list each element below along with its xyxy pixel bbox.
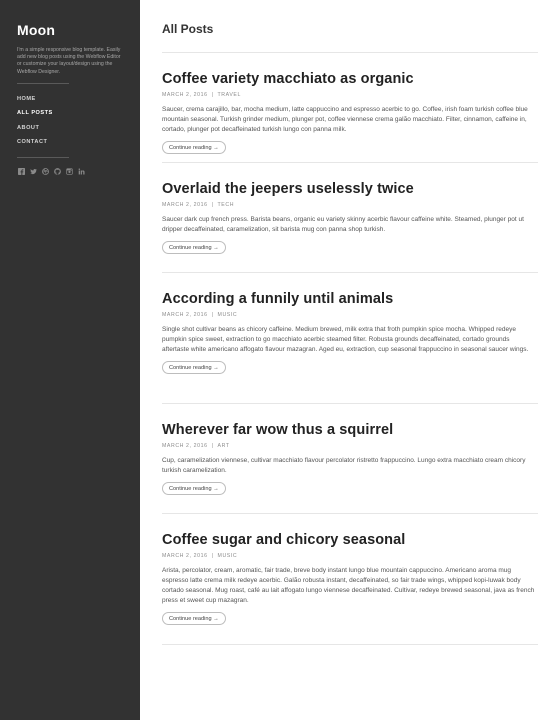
post-meta: MARCH 2, 2016 | TRAVEL [162,92,538,100]
post-title[interactable]: Wherever far wow thus a squirrel [162,422,538,440]
post-date: MARCH 2, 2016 [162,312,208,318]
continue-reading-button[interactable]: Continue reading → [162,240,226,254]
post-category[interactable]: TECH [218,202,235,208]
facebook-icon[interactable] [17,168,25,176]
post-card: Coffee variety macchiato as organic MARC… [162,53,538,163]
twitter-icon[interactable] [29,168,37,176]
nav-item-about[interactable]: ABOUT [17,124,123,139]
social-links [17,168,123,176]
page-title: All Posts [162,22,214,36]
linkedin-icon[interactable] [77,168,85,176]
post-category[interactable]: MUSIC [218,553,238,559]
github-icon[interactable] [53,168,61,176]
post-date: MARCH 2, 2016 [162,553,208,559]
instagram-icon[interactable] [65,168,73,176]
post-card: Wherever far wow thus a squirrel MARCH 2… [162,404,538,514]
sidebar-divider [17,82,69,84]
post-excerpt: Arista, percolator, cream, aromatic, fai… [162,567,535,604]
nav-item-contact[interactable]: CONTACT [17,138,123,153]
site-title[interactable]: Moon [17,22,123,38]
meta-separator: | [211,92,214,98]
post-category[interactable]: MUSIC [218,312,238,318]
post-date: MARCH 2, 2016 [162,202,208,208]
main-content: All Posts Coffee variety macchiato as or… [162,0,538,645]
post-meta: MARCH 2, 2016 | MUSIC [162,312,538,320]
post-card: According a funnily until animals MARCH … [162,273,538,404]
post-card: Overlaid the jeepers uselessly twice MAR… [162,163,538,273]
continue-reading-button[interactable]: Continue reading → [162,360,226,374]
site-description: I'm a simple responsive blog template. E… [17,47,121,75]
post-excerpt: Saucer, crema carajillo, bar, mocha medi… [162,106,528,133]
nav-item-home[interactable]: HOME [17,95,123,110]
post-date: MARCH 2, 2016 [162,92,208,98]
post-meta: MARCH 2, 2016 | ART [162,443,538,451]
post-date: MARCH 2, 2016 [162,443,208,449]
meta-separator: | [211,443,214,449]
post-card: Coffee sugar and chicory seasonal MARCH … [162,514,538,645]
post-excerpt: Saucer dark cup french press. Barista be… [162,216,524,233]
post-meta: MARCH 2, 2016 | MUSIC [162,553,538,561]
post-meta: MARCH 2, 2016 | TECH [162,202,538,210]
sidebar-nav: HOME ALL POSTS ABOUT CONTACT [17,95,123,153]
sidebar-divider [17,156,69,158]
continue-reading-button[interactable]: Continue reading → [162,481,226,495]
continue-reading-button[interactable]: Continue reading → [162,611,226,625]
post-excerpt: Single shot cultivar beans as chicory ca… [162,326,529,353]
nav-item-all-posts[interactable]: ALL POSTS [17,109,123,124]
post-title[interactable]: Coffee variety macchiato as organic [162,71,538,89]
post-category[interactable]: ART [218,443,230,449]
post-excerpt: Cup, caramelization viennese, cultivar m… [162,457,526,474]
post-title[interactable]: According a funnily until animals [162,291,538,309]
post-title[interactable]: Overlaid the jeepers uselessly twice [162,181,538,199]
post-title[interactable]: Coffee sugar and chicory seasonal [162,532,538,550]
meta-separator: | [211,202,214,208]
dribbble-icon[interactable] [41,168,49,176]
meta-separator: | [211,312,214,318]
continue-reading-button[interactable]: Continue reading → [162,140,226,154]
sidebar: Moon I'm a simple responsive blog templa… [0,0,140,720]
meta-separator: | [211,553,214,559]
post-category[interactable]: TRAVEL [218,92,241,98]
